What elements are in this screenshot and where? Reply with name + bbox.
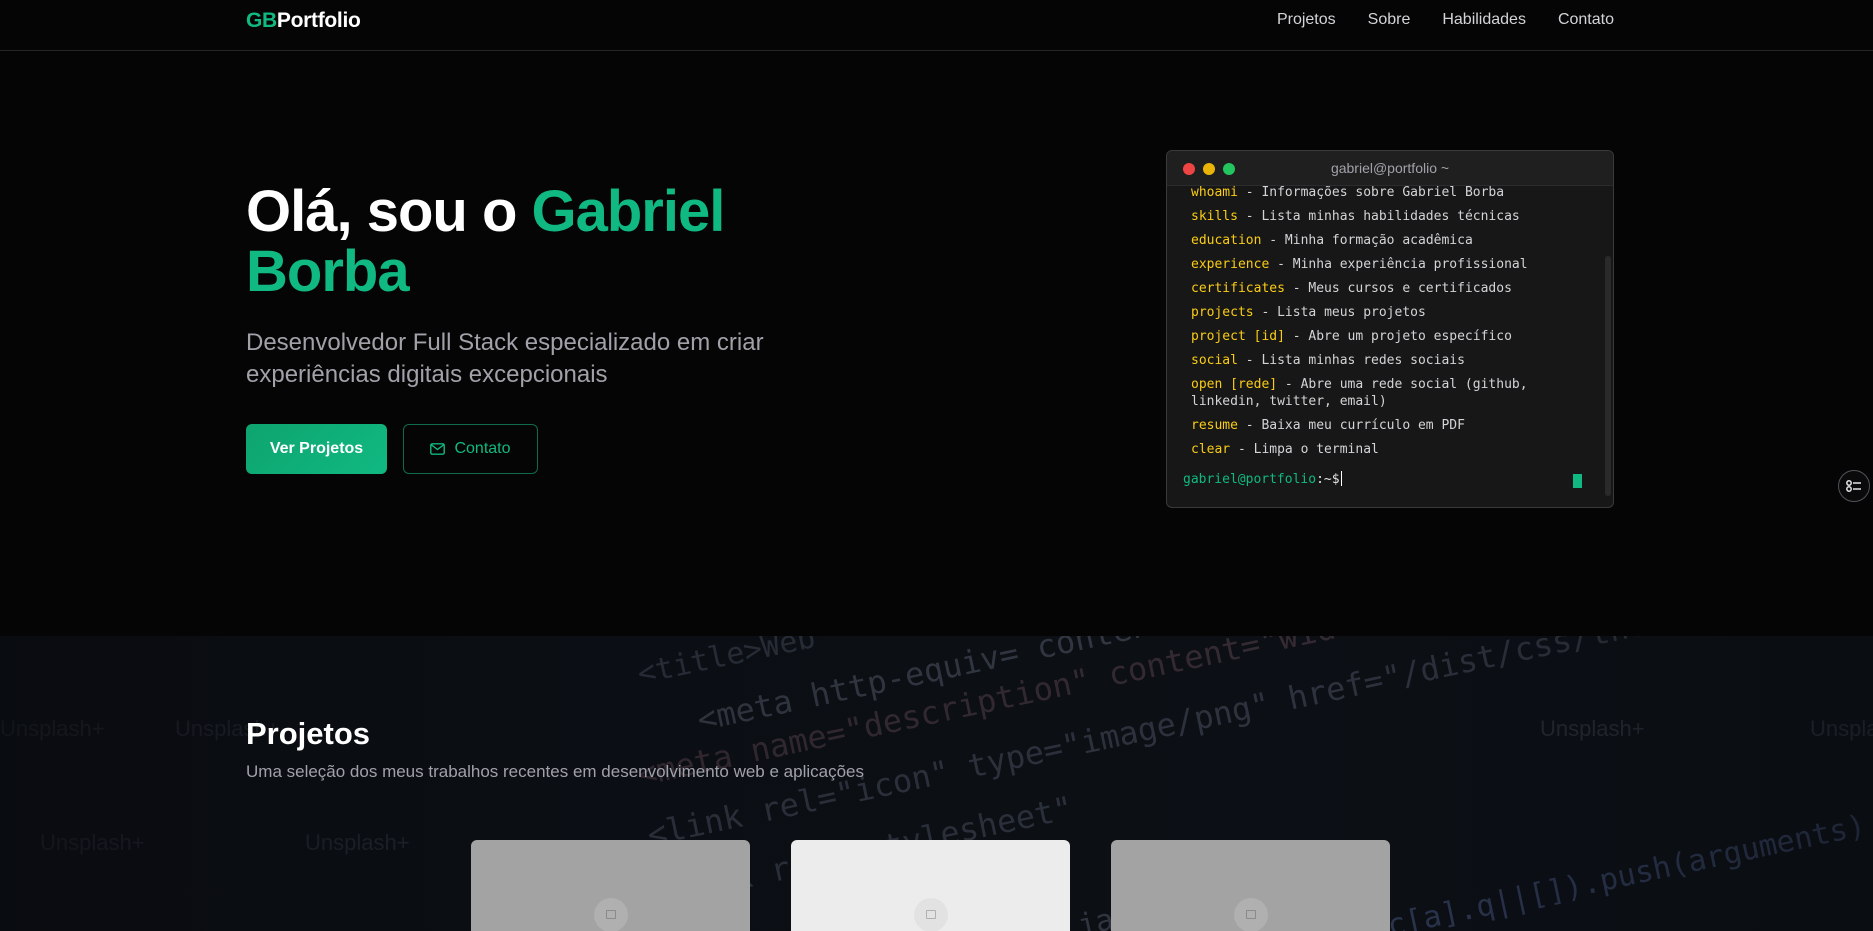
- prompt-symbol: $: [1331, 472, 1340, 487]
- top-navbar: GBPortfolio Projetos Sobre Habilidades C…: [0, 0, 1873, 51]
- logo-accent: GB: [246, 9, 277, 32]
- nav-link-habilidades[interactable]: Habilidades: [1442, 11, 1526, 29]
- terminal-line: social - Lista minhas redes sociais: [1191, 352, 1597, 369]
- hero-title: Olá, sou o Gabriel Borba: [246, 182, 886, 302]
- projects-subtitle: Uma seleção dos meus trabalhos recentes …: [246, 762, 864, 781]
- projects-heading: Projetos: [246, 716, 371, 751]
- terminal-line: education - Minha formação acadêmica: [1191, 232, 1597, 249]
- terminal-command-desc: - Minha formação acadêmica: [1261, 233, 1473, 248]
- projects-section: <title>Web <meta http-equiv= content= <m…: [0, 636, 1873, 931]
- terminal-command: clear: [1191, 442, 1231, 457]
- text-caret: [1340, 471, 1342, 486]
- mail-icon: [430, 443, 446, 455]
- terminal-command: open [rede]: [1191, 377, 1278, 392]
- terminal-help-list: whoami - Informações sobre Gabriel Borba…: [1191, 184, 1597, 458]
- terminal-command: social: [1191, 353, 1238, 368]
- terminal-command-desc: - Lista minhas habilidades técnicas: [1237, 209, 1520, 224]
- terminal-line: clear - Limpa o terminal: [1191, 441, 1597, 458]
- terminal-command-desc: - Minha experiência profissional: [1269, 257, 1528, 272]
- nav-links: Projetos Sobre Habilidades Contato: [1277, 11, 1614, 29]
- nav-link-projetos[interactable]: Projetos: [1277, 11, 1336, 29]
- terminal-command: resume: [1191, 418, 1238, 433]
- terminal-title: gabriel@portfolio ~: [1330, 160, 1450, 176]
- terminal-command-desc: - Lista meus projetos: [1253, 305, 1426, 320]
- terminal-command-desc: - Meus cursos e certificados: [1284, 281, 1512, 296]
- terminal-command-desc: - Abre um projeto específico: [1284, 329, 1512, 344]
- terminal-line: project [id] - Abre um projeto específic…: [1191, 328, 1597, 345]
- terminal-output: whoami - Informações sobre Gabriel Borba…: [1167, 184, 1613, 458]
- image-icon: [605, 910, 616, 919]
- terminal-line: open [rede] - Abre uma rede social (gith…: [1191, 376, 1597, 410]
- terminal-line: skills - Lista minhas habilidades técnic…: [1191, 208, 1597, 225]
- contact-button[interactable]: Contato: [403, 424, 538, 474]
- terminal-command-desc: - Lista minhas redes sociais: [1237, 353, 1465, 368]
- terminal-window[interactable]: gabriel@portfolio ~ whoami - Informações…: [1166, 150, 1614, 508]
- terminal-line: projects - Lista meus projetos: [1191, 304, 1597, 321]
- terminal-titlebar: gabriel@portfolio ~: [1167, 151, 1613, 186]
- terminal-line: resume - Baixa meu currículo em PDF: [1191, 417, 1597, 434]
- terminal-command: whoami: [1191, 185, 1238, 200]
- terminal-command: projects: [1191, 305, 1254, 320]
- terminal-prompt[interactable]: gabriel@portfolio:~$: [1183, 471, 1342, 487]
- terminal-command: experience: [1191, 257, 1270, 272]
- terminal-command: certificates: [1191, 281, 1285, 296]
- terminal-command-desc: - Informações sobre Gabriel Borba: [1237, 185, 1505, 200]
- settings-toggle-button[interactable]: [1838, 470, 1870, 502]
- terminal-command-desc: - Limpa o terminal: [1230, 442, 1379, 457]
- terminal-command: project [id]: [1191, 329, 1285, 344]
- hero-greeting: Olá, sou o: [246, 179, 532, 244]
- terminal-line: certificates - Meus cursos e certificado…: [1191, 280, 1597, 297]
- view-projects-button[interactable]: Ver Projetos: [246, 424, 387, 474]
- contact-button-label: Contato: [454, 440, 511, 457]
- prompt-user: gabriel@portfolio: [1183, 472, 1317, 487]
- block-cursor: [1573, 474, 1582, 488]
- hero-name-last: Borba: [246, 239, 410, 304]
- terminal-command-desc: - Baixa meu currículo em PDF: [1237, 418, 1465, 433]
- hero-subtitle: Desenvolvedor Full Stack especializado e…: [246, 329, 764, 388]
- prompt-path: :~: [1316, 472, 1332, 487]
- logo-text: Portfolio: [276, 9, 361, 32]
- nav-link-sobre[interactable]: Sobre: [1368, 11, 1411, 29]
- image-icon: [1245, 910, 1256, 919]
- hero-name-first: Gabriel: [531, 179, 726, 244]
- terminal-command: education: [1191, 233, 1262, 248]
- image-icon: [925, 910, 936, 919]
- terminal-scrollbar[interactable]: [1605, 256, 1611, 496]
- terminal-line: experience - Minha experiência profissio…: [1191, 256, 1597, 273]
- terminal-line: whoami - Informações sobre Gabriel Borba: [1191, 184, 1597, 201]
- project-card[interactable]: [471, 840, 750, 931]
- nav-link-contato[interactable]: Contato: [1558, 11, 1614, 29]
- sliders-icon: [1846, 480, 1861, 492]
- site-logo[interactable]: GBPortfolio: [246, 9, 361, 33]
- project-card[interactable]: [1111, 840, 1390, 931]
- project-card[interactable]: [791, 840, 1070, 931]
- terminal-command: skills: [1191, 209, 1238, 224]
